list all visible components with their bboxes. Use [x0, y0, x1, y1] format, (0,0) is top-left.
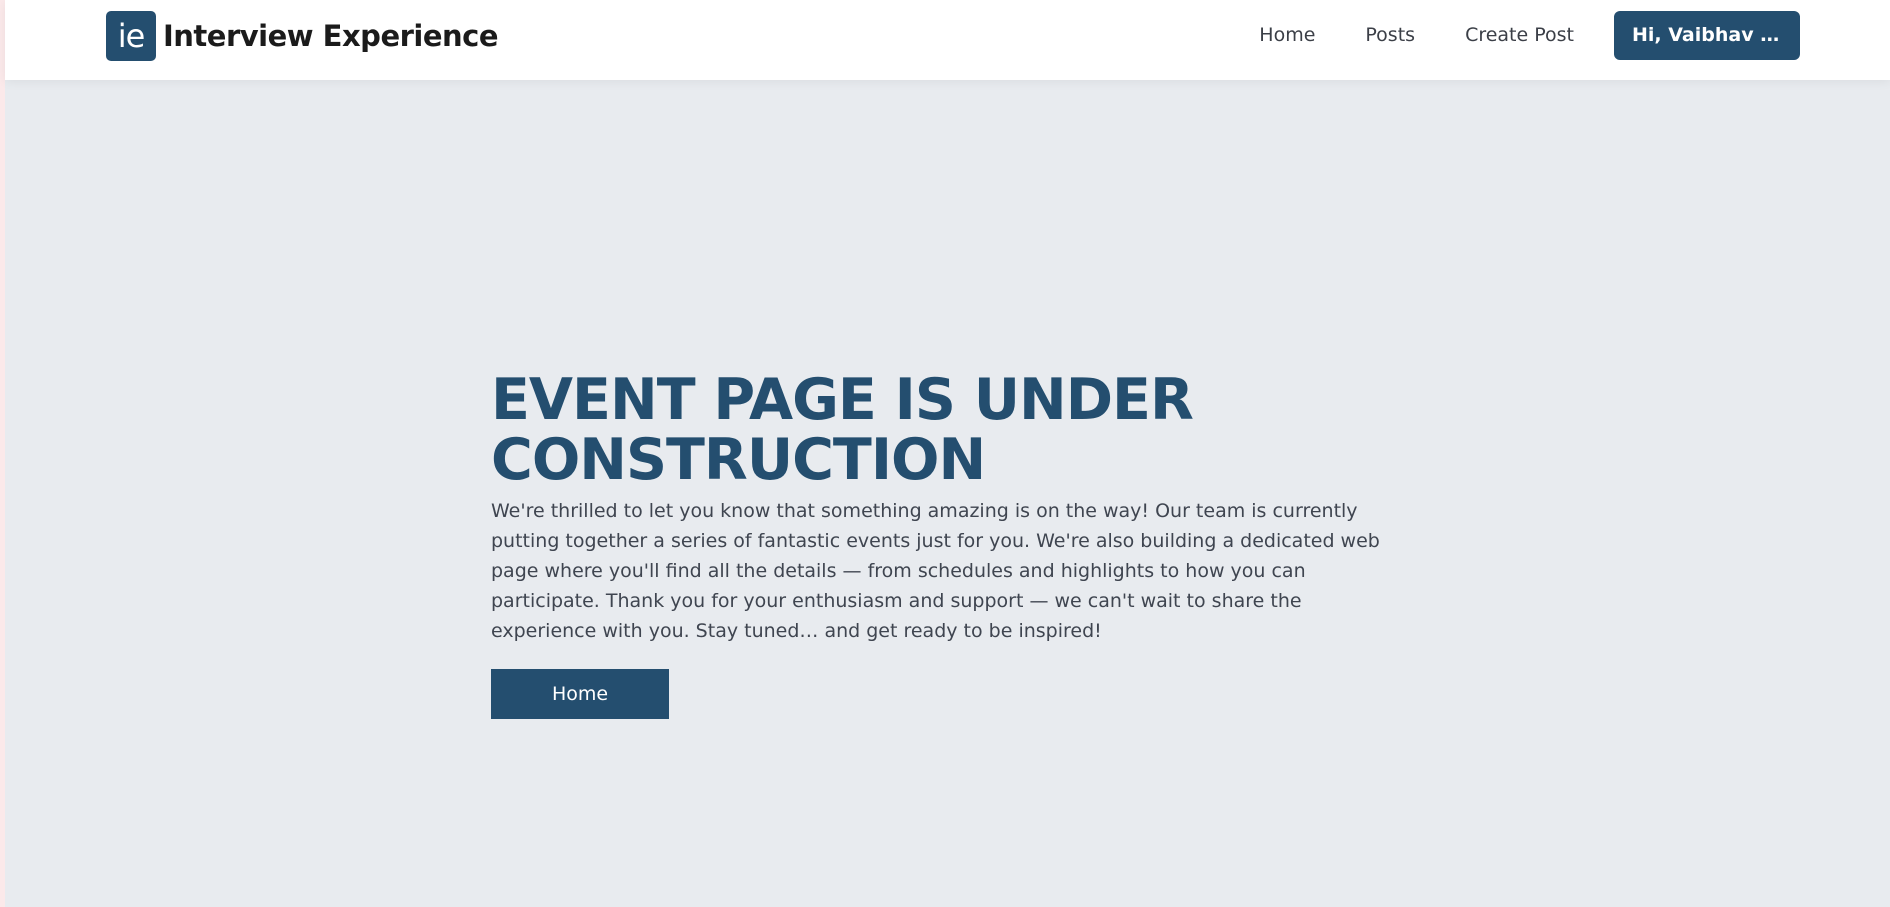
page-headline: EVENT PAGE IS UNDER CONSTRUCTION	[491, 367, 1194, 493]
brand-name: Interview Experience	[163, 19, 499, 53]
nav-link-create-post[interactable]: Create Post	[1465, 24, 1574, 46]
brand[interactable]: ie Interview Experience	[106, 11, 499, 61]
navbar: ie Interview Experience Home Posts Creat…	[5, 0, 1890, 80]
left-edge-strip	[0, 0, 5, 907]
user-menu-button[interactable]: Hi, Vaibhav P...	[1614, 10, 1800, 60]
nav-link-home[interactable]: Home	[1259, 24, 1315, 46]
page-description: We're thrilled to let you know that some…	[491, 500, 1380, 642]
nav-links: Home Posts Create Post Hi, Vaibhav P...	[1259, 0, 1890, 70]
brand-logo-icon: ie	[106, 11, 156, 61]
main-content: EVENT PAGE IS UNDER CONSTRUCTION We're t…	[491, 370, 1411, 719]
nav-link-posts[interactable]: Posts	[1365, 24, 1415, 46]
home-button[interactable]: Home	[491, 669, 669, 719]
